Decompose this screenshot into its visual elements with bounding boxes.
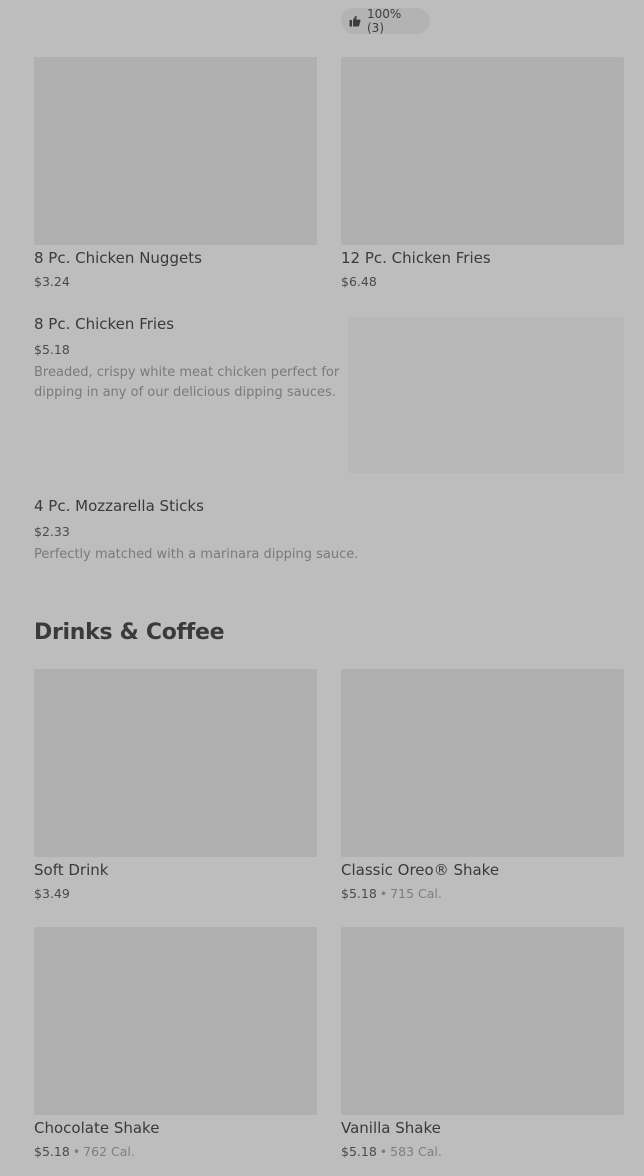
item-price: $5.18 • 762 Cal.: [34, 1144, 135, 1159]
item-title[interactable]: 12 Pc. Chicken Fries: [341, 249, 491, 267]
item-title[interactable]: Soft Drink: [34, 861, 108, 879]
section-title: Drinks & Coffee: [34, 620, 225, 645]
price-value: $5.18: [34, 1144, 70, 1159]
item-image[interactable]: [34, 57, 317, 245]
item-price: $5.18 • 583 Cal.: [341, 1144, 442, 1159]
item-image[interactable]: [341, 669, 624, 857]
item-title[interactable]: 4 Pc. Mozzarella Sticks: [34, 497, 204, 515]
item-title[interactable]: 8 Pc. Chicken Nuggets: [34, 249, 202, 267]
rating-label: 100% (3): [367, 7, 402, 35]
item-image[interactable]: [34, 927, 317, 1115]
price-value: $5.18: [341, 1144, 377, 1159]
separator-dot: •: [379, 886, 388, 901]
separator-dot: •: [379, 1144, 388, 1159]
rating-badge: 100% (3): [341, 7, 430, 35]
item-image[interactable]: [348, 317, 624, 473]
price-value: $3.49: [34, 886, 70, 901]
item-title[interactable]: 8 Pc. Chicken Fries: [34, 315, 174, 333]
item-image[interactable]: [341, 927, 624, 1115]
separator-dot: •: [72, 1144, 81, 1159]
item-image[interactable]: [34, 669, 317, 857]
item-title[interactable]: Chocolate Shake: [34, 1119, 159, 1137]
item-price: $3.49: [34, 886, 70, 901]
item-description: Breaded, crispy white meat chicken perfe…: [34, 365, 340, 400]
item-price: $5.18: [34, 342, 70, 357]
item-price: $3.24: [34, 274, 70, 289]
item-price: $5.18 • 715 Cal.: [341, 886, 442, 901]
item-image[interactable]: [341, 57, 624, 245]
calories: 715 Cal.: [390, 886, 442, 901]
thumbs-up-icon: [349, 15, 361, 27]
item-description: Perfectly matched with a marinara dippin…: [34, 547, 359, 562]
item-price: $6.48: [341, 274, 377, 289]
item-title[interactable]: Vanilla Shake: [341, 1119, 441, 1137]
calories: 762 Cal.: [83, 1144, 135, 1159]
calories: 583 Cal.: [390, 1144, 442, 1159]
item-title[interactable]: Classic Oreo® Shake: [341, 861, 499, 879]
price-value: $5.18: [341, 886, 377, 901]
item-price: $2.33: [34, 524, 70, 539]
